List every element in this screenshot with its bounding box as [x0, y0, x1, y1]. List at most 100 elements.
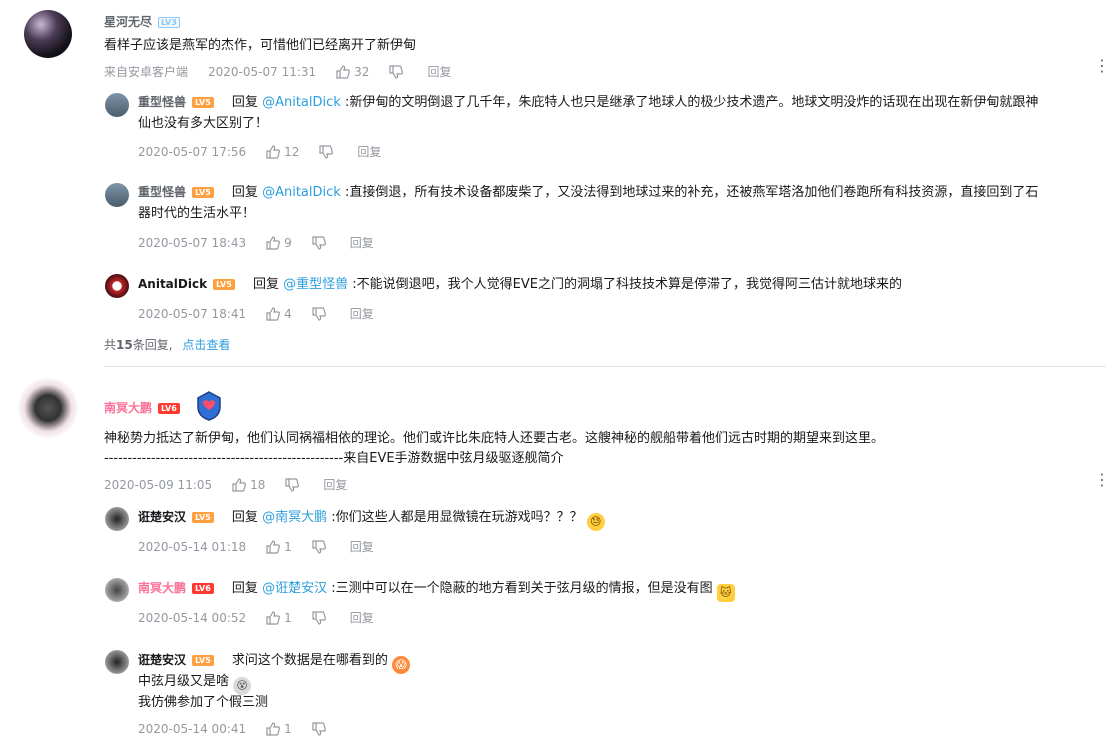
- more-options-icon[interactable]: ⋮: [1094, 472, 1110, 488]
- reply-meta: 2020-05-07 18:43 9 回复: [138, 234, 374, 251]
- timestamp: 2020-05-07 18:43: [138, 235, 247, 250]
- username[interactable]: 星河无尽 LV3: [104, 13, 180, 30]
- dislike-button[interactable]: [312, 722, 330, 736]
- reply-prefix: 回复: [231, 185, 258, 200]
- like-count: 12: [284, 144, 300, 159]
- like-count: 9: [284, 235, 292, 250]
- like-count: 1: [284, 539, 292, 554]
- reply-button[interactable]: 回复: [350, 538, 374, 555]
- avatar[interactable]: [18, 378, 78, 438]
- reply-text: :你们这些人都是用显微镜在玩游戏吗？？？: [331, 510, 583, 525]
- thumb-up-icon: [266, 722, 281, 736]
- like-button[interactable]: 32: [336, 65, 369, 79]
- avatar[interactable]: [105, 578, 129, 602]
- username[interactable]: 南冥大鹏: [138, 581, 186, 595]
- username-text[interactable]: 星河无尽: [104, 15, 152, 29]
- reply-text: 中弦月级又是啥: [138, 674, 230, 689]
- reply-text: :直接倒退，所有技术设备都废柴了，又没法得到地球过来的补充，还被燕军塔洛加他们卷…: [344, 185, 1039, 200]
- timestamp: 2020-05-07 18:41: [138, 306, 247, 321]
- level-badge: LV3: [158, 17, 180, 28]
- reply-text: 求问这个数据是在哪看到的: [231, 653, 388, 668]
- timestamp: 2020-05-07 11:31: [208, 64, 317, 79]
- level-badge: LV6: [158, 403, 180, 414]
- more-options-icon[interactable]: ⋮: [1094, 58, 1110, 74]
- username[interactable]: AnitalDick: [138, 277, 207, 291]
- reply-line: 诳楚安汉 LV5 回复 @南冥大鹏 :你们这些人都是用显微镜在玩游戏吗？？？ 😓: [138, 507, 605, 531]
- thumb-down-icon: [312, 610, 326, 625]
- dislike-button[interactable]: [285, 477, 303, 492]
- reply-button[interactable]: 回复: [427, 63, 451, 80]
- reply-button[interactable]: 回复: [357, 143, 381, 160]
- timestamp: 2020-05-14 00:52: [138, 610, 247, 625]
- thumb-down-icon: [285, 477, 300, 492]
- mention-link[interactable]: @AnitalDick: [262, 185, 341, 200]
- like-button[interactable]: 4: [266, 307, 292, 321]
- sweat-emoji-icon: 😓: [586, 513, 605, 531]
- thumb-up-icon: [232, 477, 247, 492]
- level-badge: LV5: [192, 187, 214, 198]
- avatar[interactable]: [105, 183, 129, 207]
- thumb-up-icon: [266, 144, 281, 159]
- like-count: 1: [284, 722, 292, 736]
- view-more-link[interactable]: 点击查看: [182, 338, 230, 352]
- thumb-up-icon: [266, 306, 281, 321]
- username[interactable]: 南冥大鹏 LV6: [104, 399, 180, 416]
- reply-text-cont: 器时代的生活水平！: [138, 206, 256, 221]
- timestamp: 2020-05-14 01:18: [138, 539, 247, 554]
- comment-meta: 2020-05-09 11:05 18 回复: [104, 476, 347, 493]
- thumb-down-icon: [312, 306, 326, 321]
- like-count: 4: [284, 306, 292, 321]
- reply-prefix: 回复: [231, 510, 258, 525]
- reply-button[interactable]: 回复: [350, 305, 374, 322]
- mention-link[interactable]: @诳楚安汉: [262, 581, 327, 596]
- thumb-up-icon: [266, 539, 281, 554]
- cat-face-emoji-icon: 🐱: [716, 584, 735, 602]
- reply-text-line3: 我仿佛参加了个假三测: [138, 695, 269, 710]
- timestamp: 2020-05-07 17:56: [138, 144, 247, 159]
- reply-count: 15: [116, 338, 133, 352]
- reply-button[interactable]: 回复: [350, 609, 374, 626]
- view-more-replies: 共15条回复, 点击查看: [104, 336, 230, 353]
- dislike-button[interactable]: [312, 539, 330, 554]
- username[interactable]: 诳楚安汉: [138, 653, 186, 667]
- like-button[interactable]: 1: [266, 722, 292, 736]
- like-button[interactable]: 1: [266, 540, 292, 554]
- dislike-button[interactable]: [312, 235, 330, 250]
- username[interactable]: 重型怪兽: [138, 185, 186, 199]
- dislike-button[interactable]: [319, 144, 337, 159]
- mention-link[interactable]: @重型怪兽: [283, 277, 348, 292]
- level-badge: LV5: [192, 97, 214, 108]
- thumb-up-icon: [266, 235, 281, 250]
- username-text[interactable]: 南冥大鹏: [104, 401, 152, 415]
- thumb-down-icon: [389, 64, 404, 79]
- dislike-button[interactable]: [312, 610, 330, 625]
- reply-button[interactable]: 回复: [323, 476, 347, 493]
- comment-text-cont: ----------------------------------------…: [104, 451, 564, 466]
- avatar[interactable]: [105, 274, 129, 298]
- comment-text: 看样子应该是燕军的杰作，可惜他们已经离开了新伊甸: [104, 38, 417, 53]
- avatar[interactable]: [105, 650, 129, 674]
- reply-line: AnitalDick LV5 回复 @重型怪兽 :不能说倒退吧，我个人觉得EVE之…: [138, 274, 902, 295]
- shocked-emoji-icon: 😱: [392, 656, 411, 674]
- mention-link[interactable]: @南冥大鹏: [262, 510, 327, 525]
- like-button[interactable]: 9: [266, 236, 292, 250]
- avatar[interactable]: [105, 507, 129, 531]
- dislike-button[interactable]: [389, 64, 407, 79]
- reply-text-cont: 仙也没有多大区别了！: [138, 116, 269, 131]
- dislike-button[interactable]: [312, 306, 330, 321]
- timestamp: 2020-05-09 11:05: [104, 477, 213, 492]
- avatar[interactable]: [24, 10, 72, 58]
- reply-meta: 2020-05-14 00:52 1 回复: [138, 609, 374, 626]
- reply-button[interactable]: 回复: [350, 234, 374, 251]
- mention-link[interactable]: @AnitalDick: [262, 95, 341, 110]
- username[interactable]: 诳楚安汉: [138, 510, 186, 524]
- like-button[interactable]: 12: [266, 145, 299, 159]
- like-button[interactable]: 18: [232, 478, 265, 492]
- username[interactable]: 重型怪兽: [138, 95, 186, 109]
- like-button[interactable]: 1: [266, 611, 292, 625]
- like-count: 1: [284, 610, 292, 625]
- reply-meta: 2020-05-07 17:56 12 回复: [138, 143, 381, 160]
- avatar[interactable]: [105, 93, 129, 117]
- thumb-up-icon: [336, 64, 351, 79]
- reply-line: 重型怪兽 LV5 回复 @AnitalDick :新伊甸的文明倒退了几千年，朱庇特…: [138, 92, 1038, 113]
